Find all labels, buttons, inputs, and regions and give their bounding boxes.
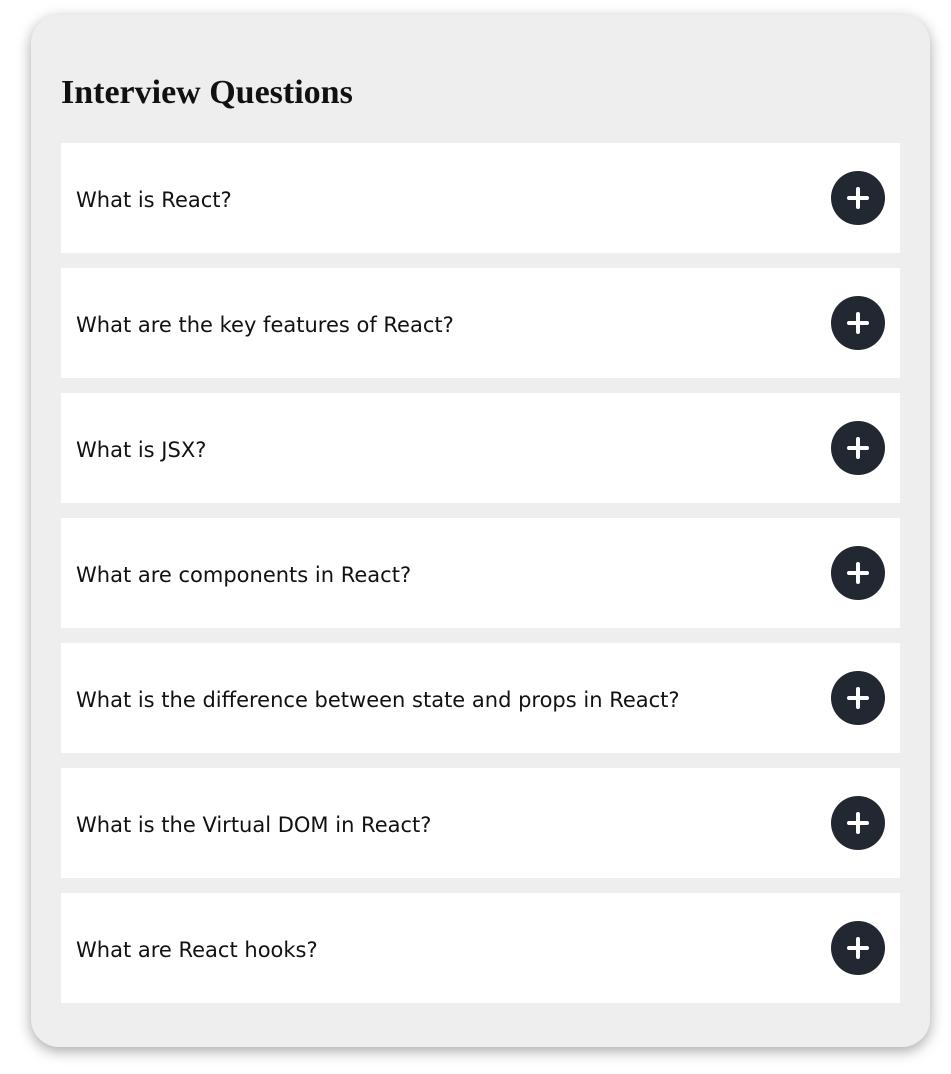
faq-item[interactable]: What is the Virtual DOM in React? [61,768,900,878]
plus-icon [847,312,869,334]
expand-button[interactable] [831,296,885,350]
faq-question: What is the difference between state and… [76,688,680,712]
expand-button[interactable] [831,546,885,600]
expand-button[interactable] [831,171,885,225]
faq-item[interactable]: What are React hooks? [61,893,900,1003]
faq-item[interactable]: What is React? [61,143,900,253]
faq-list: What is React? What are the key features… [61,143,900,1003]
faq-item[interactable]: What are the key features of React? [61,268,900,378]
faq-question: What are the key features of React? [76,313,454,337]
faq-question: What is the Virtual DOM in React? [76,813,432,837]
plus-icon [847,937,869,959]
plus-icon [847,562,869,584]
faq-question: What are React hooks? [76,938,318,962]
expand-button[interactable] [831,421,885,475]
faq-card: Interview Questions What is React? What … [31,15,930,1047]
plus-icon [847,187,869,209]
faq-question: What is JSX? [76,438,207,462]
expand-button[interactable] [831,921,885,975]
faq-question: What is React? [76,188,232,212]
expand-button[interactable] [831,796,885,850]
faq-item[interactable]: What is JSX? [61,393,900,503]
page-title: Interview Questions [61,74,353,111]
faq-question: What are components in React? [76,563,412,587]
faq-item[interactable]: What are components in React? [61,518,900,628]
plus-icon [847,437,869,459]
plus-icon [847,812,869,834]
expand-button[interactable] [831,671,885,725]
plus-icon [847,687,869,709]
faq-item[interactable]: What is the difference between state and… [61,643,900,753]
